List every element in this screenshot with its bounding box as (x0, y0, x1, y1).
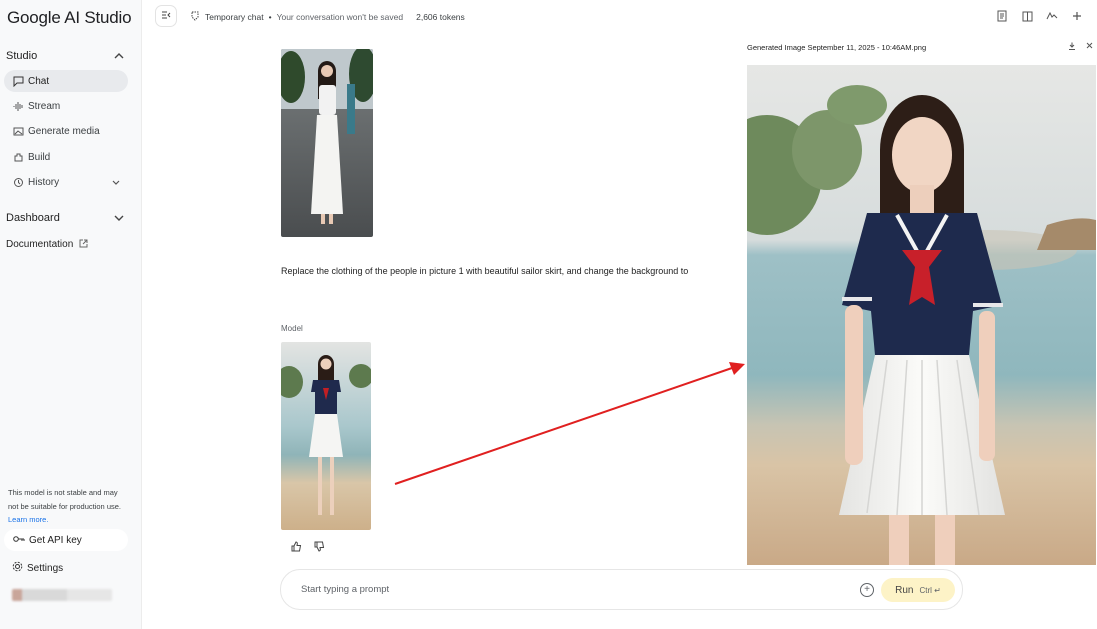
download-icon[interactable] (1068, 42, 1076, 52)
chevron-up-icon (114, 51, 124, 61)
top-actions (996, 9, 1083, 23)
collapse-icon (161, 11, 171, 21)
chat-icon (12, 75, 24, 87)
thumbs-down-icon[interactable] (314, 541, 325, 555)
sidebar-item-stream[interactable]: Stream (4, 95, 128, 117)
merge-icon[interactable] (1046, 9, 1058, 23)
sidebar-item-history[interactable]: History (4, 171, 128, 193)
settings-label: Settings (27, 562, 64, 574)
settings-button[interactable]: Settings (12, 561, 63, 575)
close-icon[interactable] (1086, 42, 1093, 52)
studio-section-header[interactable]: Studio (6, 47, 124, 65)
temp-chat-note: Your conversation won't be saved (276, 12, 404, 22)
sidebar-item-label: Stream (28, 100, 61, 112)
sidebar-item-label: Generate media (28, 125, 100, 137)
studio-label: Studio (6, 50, 38, 62)
user-account[interactable] (12, 589, 112, 601)
plus-icon[interactable] (1071, 9, 1083, 23)
api-key-label: Get API key (29, 534, 82, 546)
sidebar-item-generate-media[interactable]: Generate media (4, 120, 128, 142)
feedback-buttons (291, 541, 325, 555)
preview-title: Generated Image September 11, 2025 - 10:… (747, 43, 927, 52)
document-icon[interactable] (996, 9, 1008, 23)
image-preview-panel: Generated Image September 11, 2025 - 10:… (740, 33, 1097, 569)
token-count: 2,606 tokens (416, 12, 465, 22)
model-output-image[interactable] (281, 342, 371, 530)
model-label: Model (281, 324, 303, 333)
notice-text: This model is not stable and may not be … (8, 488, 121, 511)
external-link-icon (79, 239, 88, 250)
sidebar-item-label: History (28, 176, 60, 188)
run-label: Run (895, 584, 914, 596)
build-icon (12, 151, 24, 163)
dashboard-section-header[interactable]: Dashboard (6, 209, 124, 227)
documentation-label: Documentation (6, 239, 74, 250)
chevron-down-icon (114, 213, 124, 223)
add-media-icon[interactable]: + (860, 583, 874, 597)
model-notice: This model is not stable and may not be … (8, 486, 126, 527)
dashboard-label: Dashboard (6, 212, 60, 224)
gear-icon (12, 561, 23, 575)
temporary-chat-indicator: Temporary chat • Your conversation won't… (190, 11, 465, 23)
prompt-input[interactable]: Start typing a prompt (301, 584, 389, 595)
run-button[interactable]: Run Ctrl ↵ (881, 578, 955, 602)
top-bar: Temporary chat • Your conversation won't… (142, 0, 1097, 33)
temp-chat-label: Temporary chat (205, 12, 264, 22)
sidebar-item-label: Build (28, 151, 51, 163)
chevron-down-icon (112, 178, 120, 187)
thumbs-up-icon[interactable] (291, 541, 302, 555)
generated-image[interactable] (747, 65, 1096, 565)
app-logo[interactable]: Google AI Studio (7, 8, 132, 28)
media-icon (12, 125, 24, 137)
compare-icon[interactable] (1021, 9, 1033, 23)
enter-icon: ↵ (934, 585, 941, 595)
temporary-chat-icon (190, 11, 200, 23)
sidebar-item-label: Chat (28, 75, 50, 87)
stream-icon (12, 100, 24, 112)
documentation-link[interactable]: Documentation (6, 239, 88, 250)
shortcut-hint: Ctrl ↵ (919, 585, 941, 595)
get-api-key-button[interactable]: Get API key (4, 529, 128, 551)
sidebar-item-chat[interactable]: Chat (4, 70, 128, 92)
user-input-image[interactable] (281, 49, 373, 237)
sidebar-item-build[interactable]: Build (4, 146, 128, 168)
sidebar: Google AI Studio Studio Chat Stream Gene… (0, 0, 142, 629)
preview-actions (1068, 42, 1093, 52)
key-icon (13, 535, 25, 546)
prompt-input-bar[interactable]: Start typing a prompt + Run Ctrl ↵ (280, 569, 963, 610)
user-prompt-text: Replace the clothing of the people in pi… (281, 266, 689, 276)
learn-more-link[interactable]: Learn more. (8, 515, 48, 524)
history-icon (12, 176, 24, 188)
sidebar-toggle-button[interactable] (155, 5, 177, 27)
